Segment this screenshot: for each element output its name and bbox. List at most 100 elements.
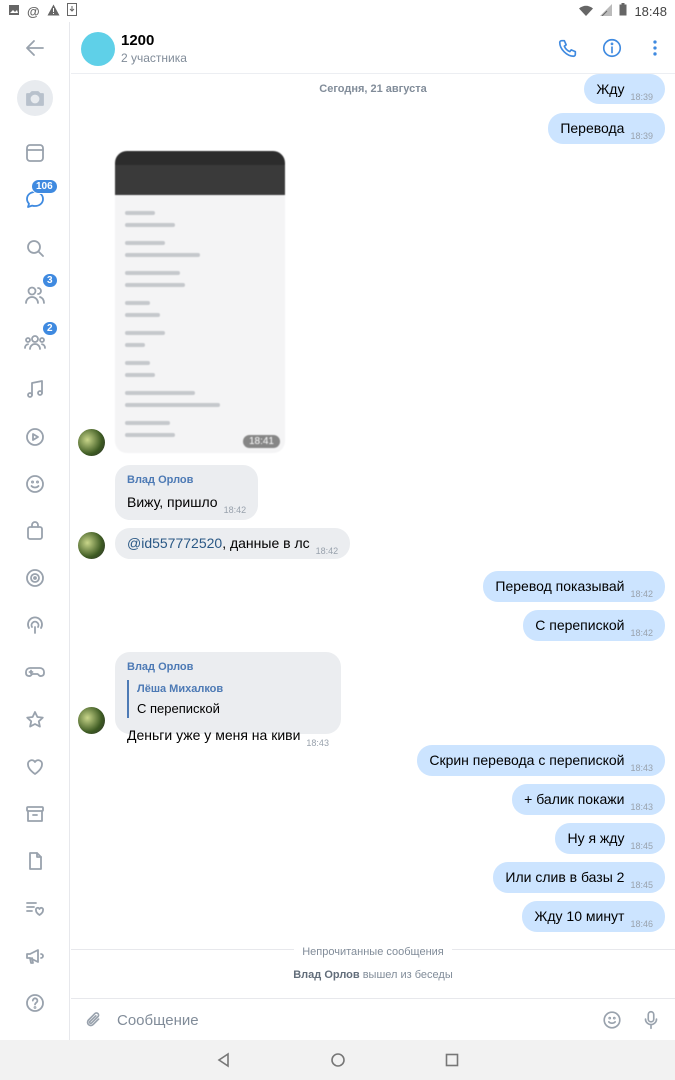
archive-box-icon xyxy=(26,806,44,822)
sidebar-item-documents[interactable] xyxy=(17,843,53,879)
sidebar-item-communities[interactable]: 2 xyxy=(17,321,58,360)
message-input[interactable] xyxy=(117,1008,587,1032)
sidebar-item-stickers[interactable] xyxy=(17,466,53,502)
paperclip-icon xyxy=(86,1012,100,1027)
sidebar-item-archive[interactable] xyxy=(17,796,53,832)
nav-back-button[interactable] xyxy=(212,1048,236,1072)
play-circle-icon xyxy=(26,428,44,446)
message-incoming[interactable]: Влад Орлов Вижу, пришло 18:42 xyxy=(115,465,259,520)
sidebar-item-news[interactable] xyxy=(17,135,53,171)
message-incoming[interactable]: @id557772520, данные в лс 18:42 xyxy=(115,528,351,559)
question-circle-icon xyxy=(26,994,44,1012)
heart-icon xyxy=(27,759,43,775)
nav-home-button[interactable] xyxy=(326,1048,350,1072)
screenshot-photo-attachment[interactable]: 18:41 xyxy=(115,151,285,453)
message-text: Деньги уже у меня на киви xyxy=(127,727,301,743)
sidebar-item-market[interactable] xyxy=(17,513,53,549)
mention-link[interactable]: @id557772520 xyxy=(127,535,222,551)
sidebar-item-bookmarks[interactable] xyxy=(17,702,53,738)
sidebar-navigation: 106 3 2 xyxy=(0,22,70,1040)
sidebar-item-friends[interactable]: 3 xyxy=(17,273,58,313)
battery-icon xyxy=(619,3,627,19)
message-outgoing[interactable]: Скрин перевода с перепиской 18:43 xyxy=(417,745,665,776)
friends-badge: 3 xyxy=(42,273,58,288)
sidebar-item-liked[interactable] xyxy=(17,749,53,785)
more-menu-button[interactable] xyxy=(641,34,669,62)
sidebar-item-help[interactable] xyxy=(17,985,53,1021)
square-recents-icon xyxy=(445,1053,458,1067)
reply-author: Лёша Михалков xyxy=(137,683,224,695)
profile-avatar-button[interactable] xyxy=(17,80,53,116)
message-time: 18:42 xyxy=(223,505,247,515)
chat-title[interactable]: 1200 xyxy=(121,32,154,49)
communities-badge: 2 xyxy=(42,321,58,336)
at-sign-icon: @ xyxy=(27,3,40,19)
reply-quote[interactable]: Лёша Михалков С перепиской xyxy=(127,680,329,718)
gamepad-icon xyxy=(25,667,45,677)
message-text: Жду xyxy=(596,81,625,97)
message-outgoing[interactable]: С перепиской 18:42 xyxy=(523,610,665,641)
voice-message-button[interactable] xyxy=(638,1007,664,1033)
message-outgoing[interactable]: + балик покажи 18:43 xyxy=(512,784,665,815)
back-button[interactable] xyxy=(17,30,53,66)
star-icon xyxy=(26,711,44,728)
user-avatar[interactable] xyxy=(78,707,105,734)
message-outgoing[interactable]: Перевода 18:39 xyxy=(548,113,665,144)
emoji-button[interactable] xyxy=(599,1007,625,1033)
sidebar-item-lists[interactable] xyxy=(17,890,53,926)
message-text: , данные в лс xyxy=(222,535,310,551)
message-outgoing[interactable]: Перевод показывай 18:42 xyxy=(483,571,665,602)
signal-icon xyxy=(600,3,613,19)
message-time: 18:45 xyxy=(630,841,653,851)
message-outgoing[interactable]: Или слив в базы 2 18:45 xyxy=(493,862,665,893)
message-text: Ну я жду xyxy=(567,830,625,846)
gallery-notification-icon xyxy=(8,4,20,19)
attach-button[interactable] xyxy=(81,1007,107,1033)
message-outgoing[interactable]: Жду 10 минут 18:46 xyxy=(522,901,665,932)
message-composer xyxy=(71,998,675,1040)
sidebar-item-live[interactable] xyxy=(17,560,53,596)
message-time: 18:42 xyxy=(630,589,653,599)
message-time: 18:42 xyxy=(315,546,339,556)
service-message: Влад Орлов вышел из беседы xyxy=(71,969,675,981)
sidebar-item-ads[interactable] xyxy=(17,938,53,974)
phone-icon xyxy=(558,39,577,58)
message-time: 18:43 xyxy=(630,763,653,773)
sidebar-item-music[interactable] xyxy=(17,372,53,408)
smile-icon xyxy=(603,1011,621,1029)
message-time: 18:46 xyxy=(630,919,653,929)
sidebar-item-podcasts[interactable] xyxy=(17,607,53,643)
more-vertical-icon xyxy=(653,40,657,56)
message-outgoing[interactable]: Ну я жду 18:45 xyxy=(555,823,665,854)
sidebar-item-messages[interactable]: 106 xyxy=(17,179,58,218)
message-incoming[interactable]: Влад Орлов Лёша Михалков С перепиской Де… xyxy=(115,652,341,748)
camera-icon xyxy=(26,91,44,106)
message-outgoing[interactable]: Жду 18:39 xyxy=(584,74,665,104)
shopping-bag-icon xyxy=(27,521,43,540)
unread-label: Непрочитанные сообщения xyxy=(294,946,452,958)
sidebar-item-video[interactable] xyxy=(17,419,53,455)
user-avatar[interactable] xyxy=(78,429,105,456)
message-text: + балик покажи xyxy=(524,791,625,807)
smile-icon xyxy=(26,475,44,493)
download-notification-icon xyxy=(66,3,77,19)
sidebar-item-games[interactable] xyxy=(17,654,53,690)
reply-text: С перепиской xyxy=(137,701,220,716)
user-avatar[interactable] xyxy=(78,532,105,559)
chat-participants[interactable]: 2 участника xyxy=(121,51,187,65)
message-time: 18:45 xyxy=(630,880,653,890)
megaphone-icon xyxy=(26,949,44,964)
message-time: 18:43 xyxy=(630,802,653,812)
sidebar-item-search[interactable] xyxy=(17,230,53,266)
message-sender[interactable]: Влад Орлов xyxy=(127,658,329,676)
service-user-name[interactable]: Влад Орлов xyxy=(293,969,359,981)
chat-header: 1200 2 участника xyxy=(71,22,675,74)
status-bar: @ 18:48 xyxy=(0,0,675,22)
chat-avatar[interactable] xyxy=(81,32,115,66)
target-icon xyxy=(26,569,44,587)
nav-recents-button[interactable] xyxy=(440,1048,464,1072)
chat-info-button[interactable] xyxy=(598,34,626,62)
message-sender[interactable]: Влад Орлов xyxy=(127,471,246,489)
triangle-back-icon xyxy=(217,1052,229,1068)
call-button[interactable] xyxy=(554,34,582,62)
